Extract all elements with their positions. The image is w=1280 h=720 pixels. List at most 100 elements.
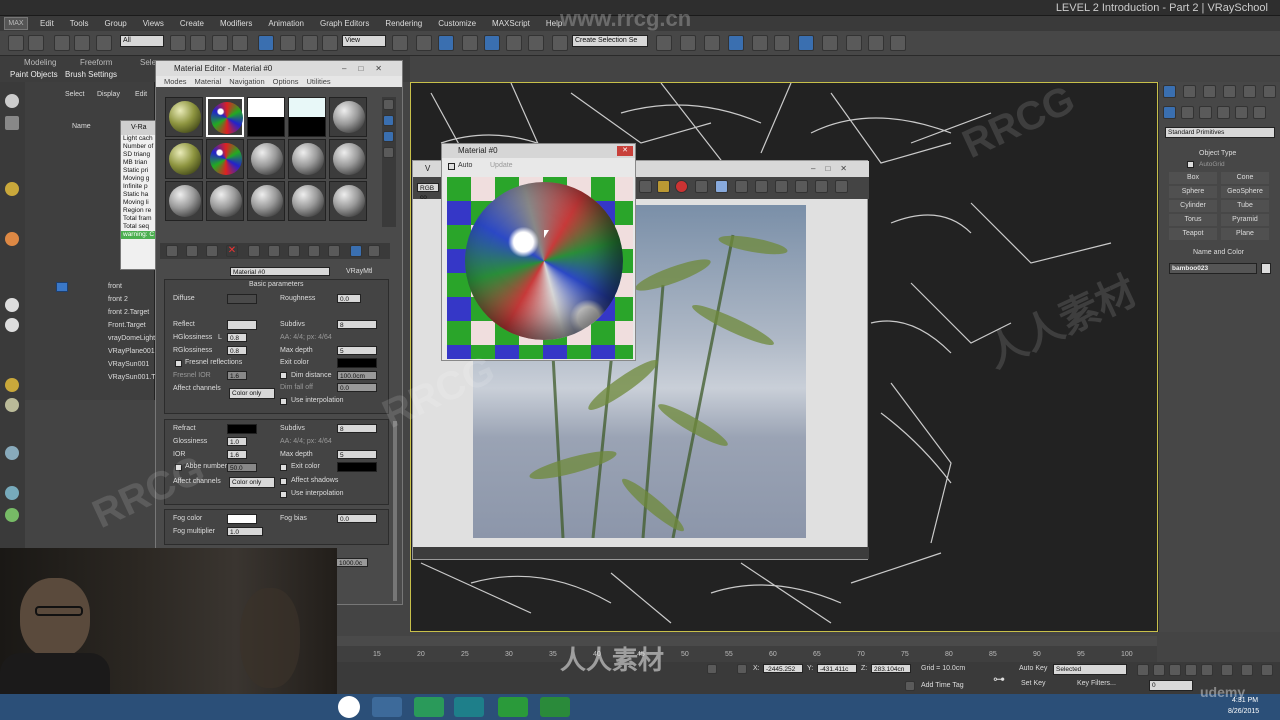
explorer-row[interactable]: front [108, 283, 122, 290]
ribbon-tab-modeling[interactable]: Modeling [24, 58, 56, 67]
put-to-scene-icon[interactable] [186, 245, 198, 257]
hglossiness-spinner[interactable]: 0.8 [227, 333, 247, 342]
go-to-start-icon[interactable] [1137, 664, 1149, 676]
modify-tab-icon[interactable] [1183, 85, 1196, 98]
reflect-swatch[interactable] [227, 320, 257, 330]
auto-checkbox[interactable] [448, 163, 455, 170]
y-coordinate-field[interactable]: -431.411c [817, 664, 857, 673]
utilities-tab-icon[interactable] [1263, 85, 1276, 98]
geosphere-button[interactable]: GeoSphere [1221, 186, 1269, 198]
spinner-snap-icon[interactable] [528, 35, 544, 51]
curve-editor-icon[interactable] [752, 35, 768, 51]
material-editor-icon[interactable] [798, 35, 814, 51]
refract-max-depth-spinner[interactable]: 5 [337, 450, 377, 459]
window-crossing-icon[interactable] [232, 35, 248, 51]
ribbon-tab-freeform[interactable]: Freeform [80, 58, 112, 67]
menu-views[interactable]: Views [135, 16, 172, 31]
menu-maxscript[interactable]: MAXScript [484, 16, 538, 31]
refract-exit-color-swatch[interactable] [337, 462, 377, 472]
explorer-row[interactable]: front 2.Target [108, 309, 149, 316]
shapes-icon[interactable] [1181, 106, 1194, 119]
light-icon[interactable] [5, 182, 19, 196]
copy-material-icon[interactable] [248, 245, 260, 257]
material-name-field[interactable]: Material #0 [230, 267, 330, 276]
render-iterative-icon[interactable] [890, 35, 906, 51]
rglossiness-spinner[interactable]: 0.8 [227, 346, 247, 355]
mirror-icon[interactable] [656, 35, 672, 51]
box-button[interactable]: Box [1169, 172, 1217, 184]
dim-distance-spinner[interactable]: 100.0cm [337, 371, 377, 380]
sun-icon[interactable] [5, 378, 19, 392]
render-last-icon[interactable] [815, 180, 828, 193]
undo-icon[interactable] [8, 35, 24, 51]
reflect-use-interpolation-checkbox[interactable] [280, 398, 287, 405]
reset-icon[interactable]: ✕ [226, 245, 238, 257]
fresnel-checkbox[interactable] [175, 360, 182, 367]
fog-multiplier-spinner[interactable]: 1.0 [227, 527, 263, 536]
app-icon[interactable] [414, 697, 444, 717]
motion-tab-icon[interactable] [1223, 85, 1236, 98]
recorder-icon[interactable] [540, 697, 570, 717]
menu-graph-editors[interactable]: Graph Editors [312, 16, 377, 31]
cylinder-button[interactable]: Cylinder [1169, 200, 1217, 212]
object-color-swatch[interactable] [1261, 263, 1271, 274]
display-tab-icon[interactable] [1243, 85, 1256, 98]
ribbon-paint-objects[interactable]: Paint Objects [10, 70, 58, 79]
angle-snap-icon[interactable] [484, 35, 500, 51]
key-filters-button[interactable]: Key Filters... [1077, 680, 1116, 687]
time-slider[interactable] [337, 636, 1157, 646]
schematic-view-icon[interactable] [774, 35, 790, 51]
refract-exit-color-checkbox[interactable] [280, 464, 287, 471]
lock-label[interactable]: L [218, 334, 222, 341]
sample-slot[interactable] [206, 139, 244, 179]
ribbon-brush-settings[interactable]: Brush Settings [65, 70, 117, 79]
target-icon[interactable] [5, 398, 19, 412]
ior-spinner[interactable]: 1.6 [227, 450, 247, 459]
explorer-filter-icon[interactable] [56, 282, 68, 292]
me-menu-modes[interactable]: Modes [164, 77, 187, 86]
chrome-icon[interactable] [338, 696, 360, 718]
named-selection-dropdown[interactable]: Create Selection Se [572, 35, 648, 47]
stamp-icon[interactable] [795, 180, 808, 193]
select-rotate-icon[interactable] [280, 35, 296, 51]
reference-coordinate-dropdown[interactable]: View [342, 35, 386, 47]
select-scale-icon[interactable] [302, 35, 318, 51]
history-icon[interactable] [835, 180, 848, 193]
background-icon[interactable] [383, 131, 394, 142]
dim-distance-checkbox[interactable] [280, 372, 287, 379]
menu-customize[interactable]: Customize [430, 16, 484, 31]
orbit-icon[interactable] [1241, 664, 1253, 676]
render-setup-icon[interactable] [822, 35, 838, 51]
make-unique-icon[interactable] [268, 245, 280, 257]
geometry-icon[interactable] [1163, 106, 1176, 119]
sample-slot[interactable] [288, 97, 326, 137]
rollout-title[interactable]: Basic parameters [249, 281, 303, 288]
key-icon[interactable]: ⊶ [993, 672, 1005, 686]
menu-animation[interactable]: Animation [260, 16, 312, 31]
me-menu-material[interactable]: Material [195, 77, 222, 86]
sphere-icon[interactable] [5, 298, 19, 312]
layer-manager-icon[interactable] [704, 35, 720, 51]
get-material-icon[interactable] [166, 245, 178, 257]
autogrid-checkbox[interactable] [1187, 161, 1194, 168]
lock-icon[interactable] [707, 664, 717, 674]
dim-falloff-spinner[interactable]: 0.0 [337, 383, 377, 392]
select-object-icon[interactable] [170, 35, 186, 51]
place-icon[interactable] [322, 35, 338, 51]
explorer-tab-select[interactable]: Select [65, 91, 84, 98]
me-menu-navigation[interactable]: Navigation [229, 77, 264, 86]
clear-icon[interactable] [675, 180, 688, 193]
reflect-affect-channels-dropdown[interactable]: Color only [229, 388, 275, 399]
camtasia-icon[interactable] [498, 697, 528, 717]
me-menu-options[interactable]: Options [273, 77, 299, 86]
assign-to-selection-icon[interactable] [206, 245, 218, 257]
menu-group[interactable]: Group [96, 16, 134, 31]
explorer-tab-display[interactable]: Display [97, 91, 120, 98]
helper-icon[interactable] [5, 446, 19, 460]
refract-affect-channels-dropdown[interactable]: Color only [229, 477, 275, 488]
extra-distance-field[interactable]: 1000.0c [336, 558, 368, 567]
compare-icon[interactable] [695, 180, 708, 193]
sample-slot[interactable] [247, 139, 285, 179]
plane-button[interactable]: Plane [1221, 228, 1269, 240]
reflect-max-depth-spinner[interactable]: 5 [337, 346, 377, 355]
